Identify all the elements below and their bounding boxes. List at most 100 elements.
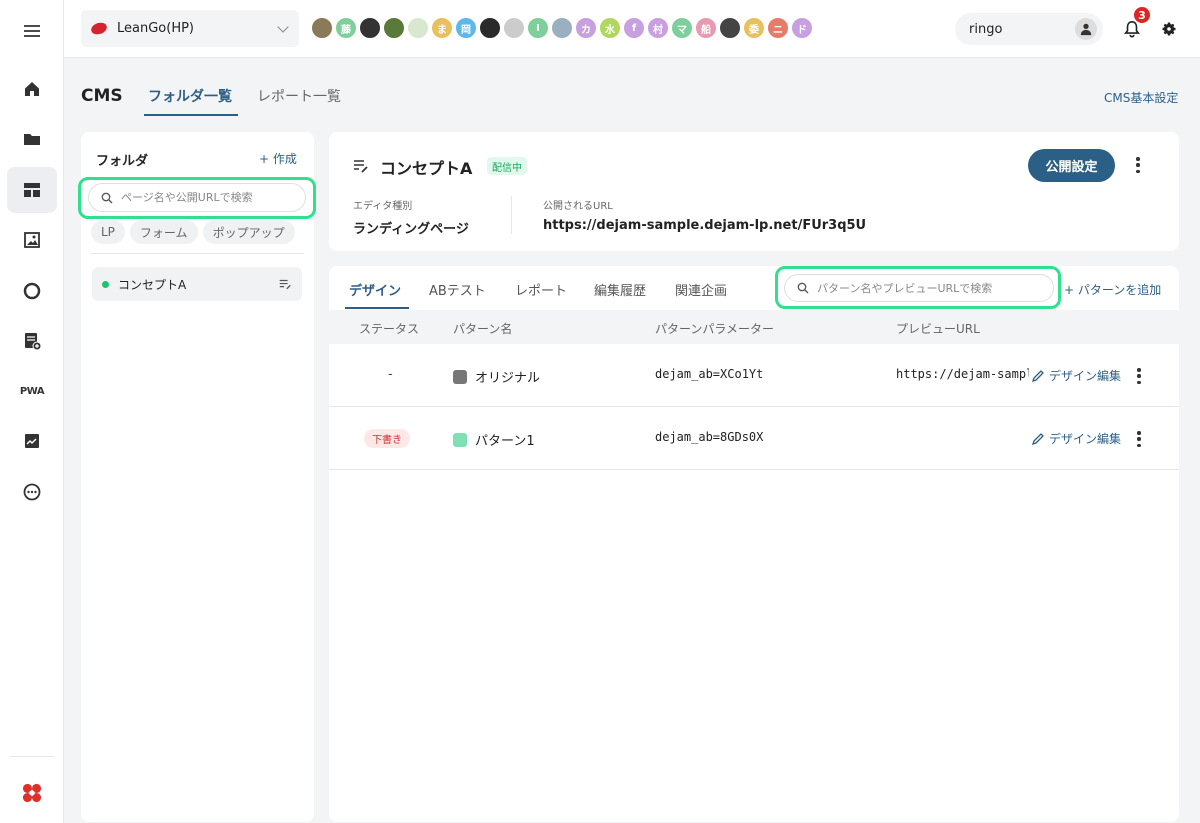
column-header-status: ステータス — [359, 322, 420, 336]
member-avatar[interactable]: 船 — [695, 17, 717, 39]
page-name: コンセプトA — [380, 159, 473, 178]
gear-icon[interactable] — [1158, 18, 1180, 40]
public-url-value[interactable]: https://dejam-sample.dejam-lp.net/FUr3q5… — [543, 218, 866, 233]
member-avatar[interactable]: 委 — [743, 17, 765, 39]
column-header-preview-url: プレビューURL — [896, 322, 980, 336]
folder-item-label: コンセプトA — [118, 277, 187, 292]
publish-settings-button[interactable]: 公開設定 — [1028, 149, 1115, 182]
table-row: - オリジナル dejam_ab=XCo1Yt https://dejam-sa… — [329, 344, 1179, 407]
tab-related-plans[interactable]: 関連企画 — [675, 280, 727, 299]
folder-icon[interactable] — [7, 116, 57, 162]
tab-edit-history[interactable]: 編集履歴 — [594, 280, 646, 299]
table-row: 下書き パターン1 dejam_ab=8GDs0X デザイン編集 — [329, 407, 1179, 470]
member-avatar[interactable] — [551, 17, 573, 39]
member-avatar[interactable]: ま — [431, 17, 453, 39]
design-edit-label: デザイン編集 — [1049, 369, 1122, 383]
member-avatar[interactable]: マ — [671, 17, 693, 39]
cms-settings-link[interactable]: CMS基本設定 — [1104, 89, 1178, 106]
member-avatar[interactable]: I — [527, 17, 549, 39]
design-edit-button[interactable]: デザイン編集 — [1029, 430, 1122, 447]
design-edit-label: デザイン編集 — [1049, 432, 1122, 446]
project-logo-icon — [89, 20, 109, 37]
more-options-icon[interactable] — [1131, 155, 1145, 175]
menu-icon[interactable] — [7, 8, 57, 54]
live-status-dot — [102, 280, 109, 288]
folder-search-input[interactable] — [121, 191, 293, 204]
folder-search-box — [88, 183, 306, 212]
search-icon — [101, 192, 113, 203]
project-name: LeanGo(HP) — [117, 21, 195, 36]
column-header-pattern-name: パターン名 — [453, 322, 513, 336]
member-avatar[interactable] — [479, 17, 501, 39]
pattern-color-swatch — [453, 433, 467, 447]
member-avatar[interactable]: 水 — [599, 17, 621, 39]
pencil-icon — [1031, 369, 1044, 382]
member-avatar[interactable] — [383, 17, 405, 39]
meta-divider — [511, 196, 512, 234]
status-badge: 配信中 — [487, 157, 527, 175]
create-folder-button[interactable]: + 作成 — [259, 150, 297, 167]
editor-type-value: ランディングページ — [353, 222, 469, 237]
member-avatar[interactable] — [359, 17, 381, 39]
search-icon — [797, 282, 809, 294]
more-icon[interactable] — [7, 469, 57, 515]
notification-badge: 3 — [1133, 6, 1151, 24]
member-avatar[interactable]: ド — [791, 17, 813, 39]
member-avatars: 藤 ま岡 I カ水f村マ船 委ニド — [311, 17, 813, 39]
form-add-icon[interactable] — [7, 318, 57, 364]
project-selector[interactable]: LeanGo(HP) — [81, 10, 299, 47]
tab-report-list[interactable]: レポート一覧 — [257, 86, 341, 106]
folder-item-concept-a[interactable]: コンセプトA — [92, 267, 302, 301]
folder-panel-title: フォルダ — [96, 154, 149, 169]
design-edit-button[interactable]: デザイン編集 — [1029, 367, 1122, 384]
top-header: LeanGo(HP) 藤 ま岡 I カ水f村マ船 委ニド ringo 3 — [64, 0, 1200, 58]
pattern-name-text: パターン1 — [475, 434, 535, 449]
member-avatar[interactable] — [719, 17, 741, 39]
page-info-card: コンセプトA 配信中 公開設定 エディタ種別 ランディングページ 公開されるUR… — [329, 132, 1179, 251]
home-icon[interactable] — [7, 66, 57, 112]
row-status: - — [388, 367, 393, 382]
filter-chip-form[interactable]: フォーム — [129, 220, 198, 244]
member-avatar[interactable]: 村 — [647, 17, 669, 39]
member-avatar[interactable]: カ — [575, 17, 597, 39]
member-avatar[interactable]: 岡 — [455, 17, 477, 39]
brand-logo-icon — [7, 770, 57, 816]
side-rail: PWA — [0, 0, 64, 823]
user-avatar — [1075, 18, 1097, 40]
editor-type-label: エディタ種別 — [353, 201, 413, 212]
user-menu[interactable]: ringo — [955, 13, 1103, 45]
add-pattern-button[interactable]: + パターンを追加 — [1064, 281, 1161, 298]
active-tab-indicator — [144, 114, 238, 116]
pattern-color-swatch — [453, 370, 467, 384]
member-avatar[interactable] — [503, 17, 525, 39]
column-header-pattern-param: パターンパラメーター — [655, 322, 775, 336]
tab-design[interactable]: デザイン — [349, 280, 401, 299]
pattern-search-input[interactable] — [817, 281, 1041, 295]
row-pattern-param: dejam_ab=XCo1Yt — [655, 367, 764, 381]
row-more-options-icon[interactable] — [1132, 366, 1146, 386]
member-avatar[interactable]: ニ — [767, 17, 789, 39]
page-title: CMS — [81, 86, 123, 106]
filter-chip-lp[interactable]: LP — [91, 220, 125, 244]
member-avatar[interactable] — [407, 17, 429, 39]
filter-chip-popup[interactable]: ポップアップ — [202, 220, 295, 244]
member-avatar[interactable] — [311, 17, 333, 39]
circle-icon[interactable] — [7, 268, 57, 314]
folder-divider — [91, 253, 304, 254]
row-pattern-name: オリジナル — [453, 367, 540, 386]
row-preview-url[interactable]: https://dejam-sample.dejam-lp.net — [896, 367, 1031, 381]
pattern-card: デザイン ABテスト レポート 編集履歴 関連企画 + パターンを追加 ステータ… — [329, 266, 1179, 822]
member-avatar[interactable]: f — [623, 17, 645, 39]
cms-icon[interactable] — [7, 167, 57, 213]
table-header: ステータス パターン名 パターンパラメーター プレビューURL — [329, 310, 1179, 344]
row-status-draft-badge: 下書き — [364, 429, 410, 448]
edit-list-icon[interactable] — [278, 277, 292, 291]
tab-ab-test[interactable]: ABテスト — [429, 280, 486, 299]
row-more-options-icon[interactable] — [1132, 429, 1146, 449]
tab-folder-list[interactable]: フォルダ一覧 — [148, 86, 232, 106]
report-chart-icon[interactable] — [7, 418, 57, 464]
member-avatar[interactable]: 藤 — [335, 17, 357, 39]
pwa-icon[interactable]: PWA — [7, 368, 57, 414]
tab-report[interactable]: レポート — [515, 280, 567, 299]
gallery-icon[interactable] — [7, 217, 57, 263]
